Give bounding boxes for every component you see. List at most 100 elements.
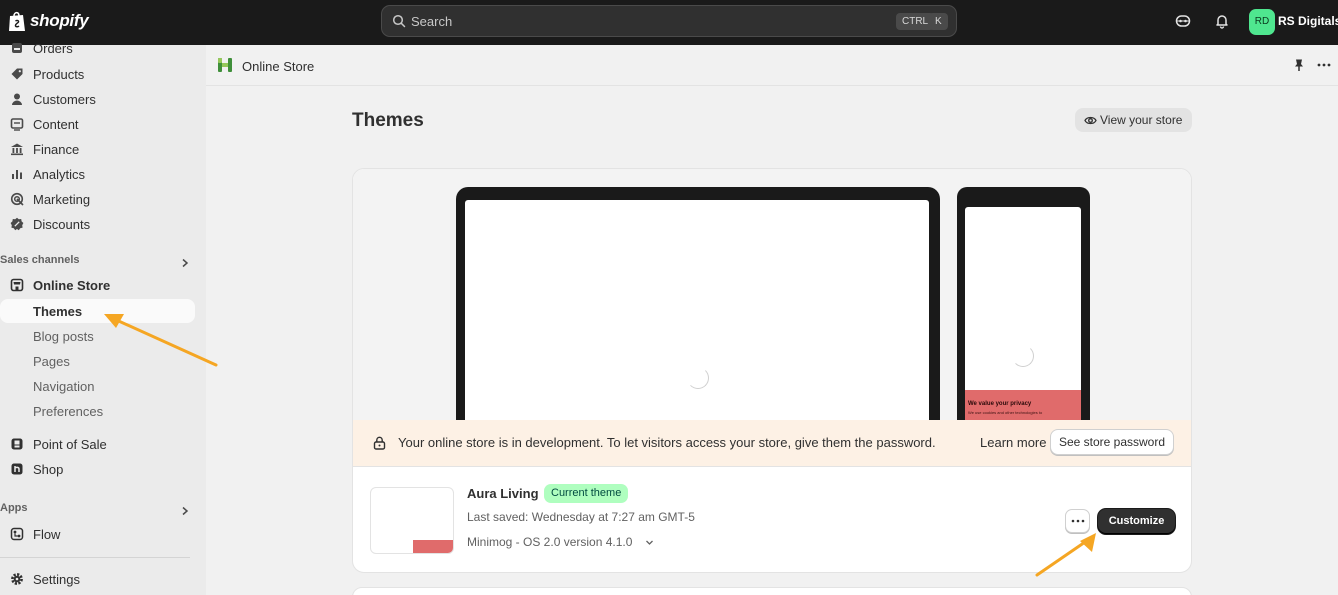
last-saved-text: Last saved: Wednesday at 7:27 am GMT-5: [467, 510, 695, 524]
banner-text: Your online store is in development. To …: [398, 435, 936, 450]
sidebar-item-label: Settings: [33, 571, 80, 587]
sidebar-item-label: Shop: [33, 461, 64, 477]
sidebar-item-label: Content: [33, 116, 79, 132]
loading-spinner-icon: [1012, 345, 1034, 367]
sidebar-item-pages[interactable]: Pages: [0, 349, 195, 373]
shortcut-k-key: K: [929, 13, 948, 30]
desktop-preview: [456, 187, 940, 420]
store-name[interactable]: RS Digitals: [1278, 14, 1338, 28]
thumbnail-banner: [413, 540, 453, 553]
sidebar-item-label: Marketing: [33, 191, 91, 207]
chevron-down-icon[interactable]: [645, 538, 654, 547]
chevron-right-icon[interactable]: [180, 506, 190, 516]
sidebar-item-discounts[interactable]: Discounts: [0, 212, 195, 236]
status-badge: Current theme: [544, 484, 629, 503]
sidebar-item-online-store[interactable]: Online Store: [0, 273, 195, 297]
view-store-label: View your store: [1100, 113, 1183, 127]
sidebar-item-label: Customers: [33, 91, 96, 107]
online-store-app-icon: [218, 58, 232, 72]
bar-chart-icon: [12, 170, 22, 179]
shop-icon: [11, 463, 23, 475]
sidebar-item-analytics[interactable]: Analytics: [0, 162, 195, 186]
sidebar-divider: [0, 557, 190, 558]
store-icon: [10, 278, 24, 292]
search-icon: [392, 14, 406, 28]
sidebar-item-navigation[interactable]: Navigation: [0, 374, 195, 398]
sidebar-item-label: Preferences: [33, 404, 104, 419]
sidebar-item-products[interactable]: Products: [0, 62, 195, 86]
learn-more-link[interactable]: Learn more: [980, 435, 1046, 450]
sidebar-item-preferences[interactable]: Preferences: [0, 399, 195, 423]
breadcrumb-title[interactable]: Online Store: [242, 59, 314, 74]
sidebar-item-settings[interactable]: Settings: [0, 567, 195, 591]
tag-icon: [11, 68, 23, 80]
pin-icon[interactable]: [1292, 58, 1306, 72]
sidebar-item-label: Blog posts: [33, 329, 94, 344]
sidebar-item-label: Analytics: [33, 166, 86, 182]
sidebar: Orders Products Customers Content Financ…: [0, 41, 206, 595]
sidebar-item-label: Orders: [33, 40, 73, 56]
sidebar-item-orders[interactable]: Orders: [0, 36, 195, 60]
shopify-bag-icon: [9, 11, 25, 31]
sidebar-item-flow[interactable]: Flow: [0, 522, 195, 546]
sidebar-item-label: Themes: [33, 304, 83, 319]
cookie-banner-preview: We value your privacy We use cookies and…: [965, 390, 1081, 420]
orders-icon: [12, 43, 22, 53]
sidebar-item-themes[interactable]: Themes: [0, 299, 195, 323]
search-input[interactable]: Search: [411, 14, 452, 29]
discount-icon: [10, 217, 24, 231]
shopify-logo[interactable]: shopify: [8, 10, 89, 32]
chevron-right-icon[interactable]: [180, 258, 190, 268]
theme-card: We value your privacy We use cookies and…: [352, 168, 1192, 573]
sidekick-icon[interactable]: [1175, 13, 1191, 29]
search-bar[interactable]: Search CTRL K: [381, 5, 957, 37]
sidebar-item-label: Pages: [33, 354, 70, 369]
see-store-password-button[interactable]: See store password: [1050, 429, 1174, 455]
privacy-subtitle: We use cookies and other technologies to: [968, 410, 1043, 415]
view-store-button[interactable]: View your store: [1075, 108, 1192, 132]
sidebar-item-label: Flow: [33, 526, 61, 542]
loading-spinner-icon: [687, 367, 709, 389]
sidebar-item-finance[interactable]: Finance: [0, 137, 195, 161]
sidebar-item-label: Online Store: [33, 277, 111, 293]
eye-icon: [1084, 116, 1097, 125]
bell-icon[interactable]: [1214, 13, 1230, 29]
desktop-preview-screen: [465, 200, 929, 420]
sidebar-item-shop[interactable]: Shop: [0, 457, 195, 481]
theme-version[interactable]: Minimog - OS 2.0 version 4.1.0: [467, 535, 632, 549]
password-banner: Your online store is in development. To …: [353, 420, 1191, 466]
apps-heading: Apps: [0, 502, 28, 514]
theme-thumbnail[interactable]: [370, 487, 454, 554]
bank-icon: [11, 143, 23, 156]
sidebar-item-label: Point of Sale: [33, 436, 107, 452]
theme-library-card: [352, 587, 1192, 595]
customize-button[interactable]: Customize: [1098, 509, 1175, 534]
pos-icon: [11, 438, 23, 450]
sidebar-item-marketing[interactable]: Marketing: [0, 187, 195, 211]
mobile-preview-screen: We value your privacy We use cookies and…: [965, 207, 1081, 420]
sidebar-item-content[interactable]: Content: [0, 112, 195, 136]
mobile-preview: We value your privacy We use cookies and…: [957, 187, 1090, 420]
more-horizontal-icon[interactable]: [1316, 58, 1332, 72]
person-icon: [12, 93, 22, 105]
page-title: Themes: [352, 110, 424, 131]
logo-text: shopify: [30, 11, 89, 30]
content-icon: [10, 118, 24, 131]
privacy-title: We value your privacy: [968, 401, 1032, 407]
theme-name: Aura Living: [467, 486, 539, 501]
sidebar-item-label: Discounts: [33, 216, 91, 232]
sales-channels-heading: Sales channels: [0, 254, 80, 266]
gear-icon: [11, 573, 23, 585]
flow-icon: [10, 527, 24, 541]
sidebar-item-blog-posts[interactable]: Blog posts: [0, 324, 195, 348]
theme-actions-button[interactable]: [1065, 509, 1090, 533]
more-horizontal-icon: [1071, 519, 1085, 523]
lock-icon: [373, 436, 386, 450]
sidebar-item-label: Navigation: [33, 379, 95, 394]
sidebar-item-customers[interactable]: Customers: [0, 87, 195, 111]
top-bar: shopify Search CTRL K RD RS Digitals: [0, 0, 1338, 45]
avatar[interactable]: RD: [1249, 9, 1275, 35]
sidebar-item-point-of-sale[interactable]: Point of Sale: [0, 432, 195, 456]
current-theme-row: Aura Living Current theme Last saved: We…: [353, 466, 1191, 572]
sidebar-item-label: Products: [33, 66, 85, 82]
